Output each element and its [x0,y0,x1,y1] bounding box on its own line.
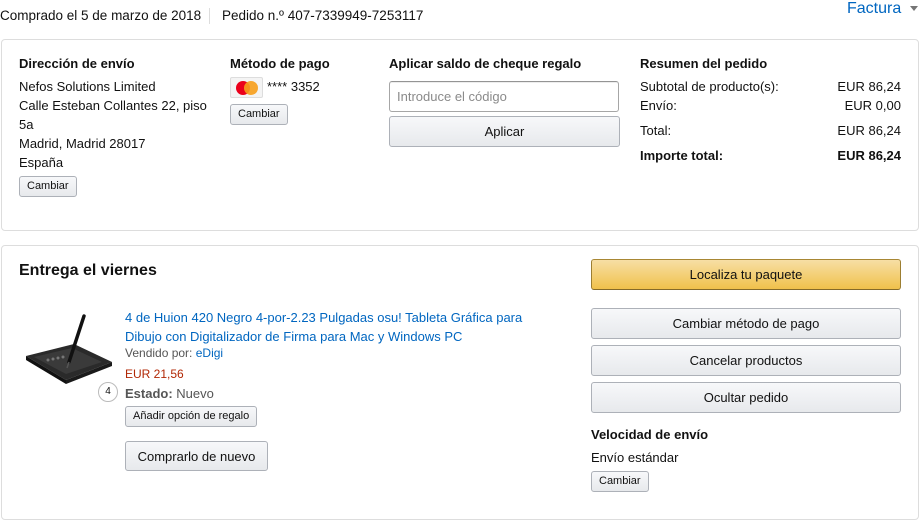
payment-method-title: Método de pago [230,56,330,71]
gift-code-input[interactable] [389,81,619,112]
invoice-link[interactable]: Factura [847,0,901,18]
shipping-line: Madrid, Madrid 28017 [19,136,146,151]
order-date: Comprado el 5 de marzo de 2018 [0,8,202,23]
condition-label: Estado: [125,386,173,401]
shipping-speed-title: Velocidad de envío [591,427,709,442]
change-payment-button[interactable]: Cambiar [230,104,288,125]
product-price: EUR 21,56 [125,367,184,381]
shipping-line: España [19,155,64,170]
header-divider [209,8,210,24]
condition-value: Nuevo [176,386,214,401]
change-payment-method-button[interactable]: Cambiar método de pago [591,308,901,339]
subtotal-label: Subtotal de producto(s): [640,79,779,94]
add-gift-option-button[interactable]: Añadir opción de regalo [125,406,258,427]
order-summary-title: Resumen del pedido [640,56,768,71]
shipping-cost-value: EUR 0,00 [844,98,901,113]
drawing-tablet-image[interactable] [22,310,116,390]
total-value: EUR 86,24 [837,123,901,138]
hide-order-button[interactable]: Ocultar pedido [591,382,901,413]
total-label: Total: [640,123,672,138]
apply-gift-button[interactable]: Aplicar [389,116,620,147]
seller-link[interactable]: eDigi [196,346,223,360]
sold-by: Vendido por: eDigi [125,346,223,360]
cancel-items-button[interactable]: Cancelar productos [591,345,901,376]
sold-by-label: Vendido por: [125,346,193,360]
shipping-address-title: Dirección de envío [19,56,135,71]
shipping-line: 5a [19,117,34,132]
chevron-down-icon[interactable] [910,6,918,11]
shipping-line: Calle Esteban Collantes 22, piso [19,98,207,113]
buy-again-button[interactable]: Comprarlo de nuevo [125,441,268,471]
gift-card-title: Aplicar saldo de cheque regalo [389,56,582,71]
grand-total-label: Importe total: [640,148,724,163]
product-condition: Estado: Nuevo [125,386,214,401]
card-number: **** 3352 [267,79,320,94]
delivery-title: Entrega el viernes [19,262,157,279]
change-address-button[interactable]: Cambiar [19,176,77,197]
subtotal-value: EUR 86,24 [837,79,901,94]
grand-total-value: EUR 86,24 [837,148,901,163]
mastercard-icon [230,77,263,98]
order-number: Pedido n.º 407-7339949-7253117 [222,8,424,23]
track-package-button[interactable]: Localiza tu paquete [591,259,901,290]
mastercard-yellow-circle [244,81,258,95]
shipping-speed-value: Envío estándar [591,450,679,465]
order-header: Comprado el 5 de marzo de 2018 Pedido n.… [0,0,920,32]
product-title-link[interactable]: 4 de Huion 420 Negro 4-por-2.23 Pulgadas… [125,308,545,346]
change-shipping-speed-button[interactable]: Cambiar [591,471,649,492]
shipping-cost-label: Envío: [640,98,677,113]
quantity-badge: 4 [98,382,118,402]
shipping-line: Nefos Solutions Limited [19,79,156,94]
